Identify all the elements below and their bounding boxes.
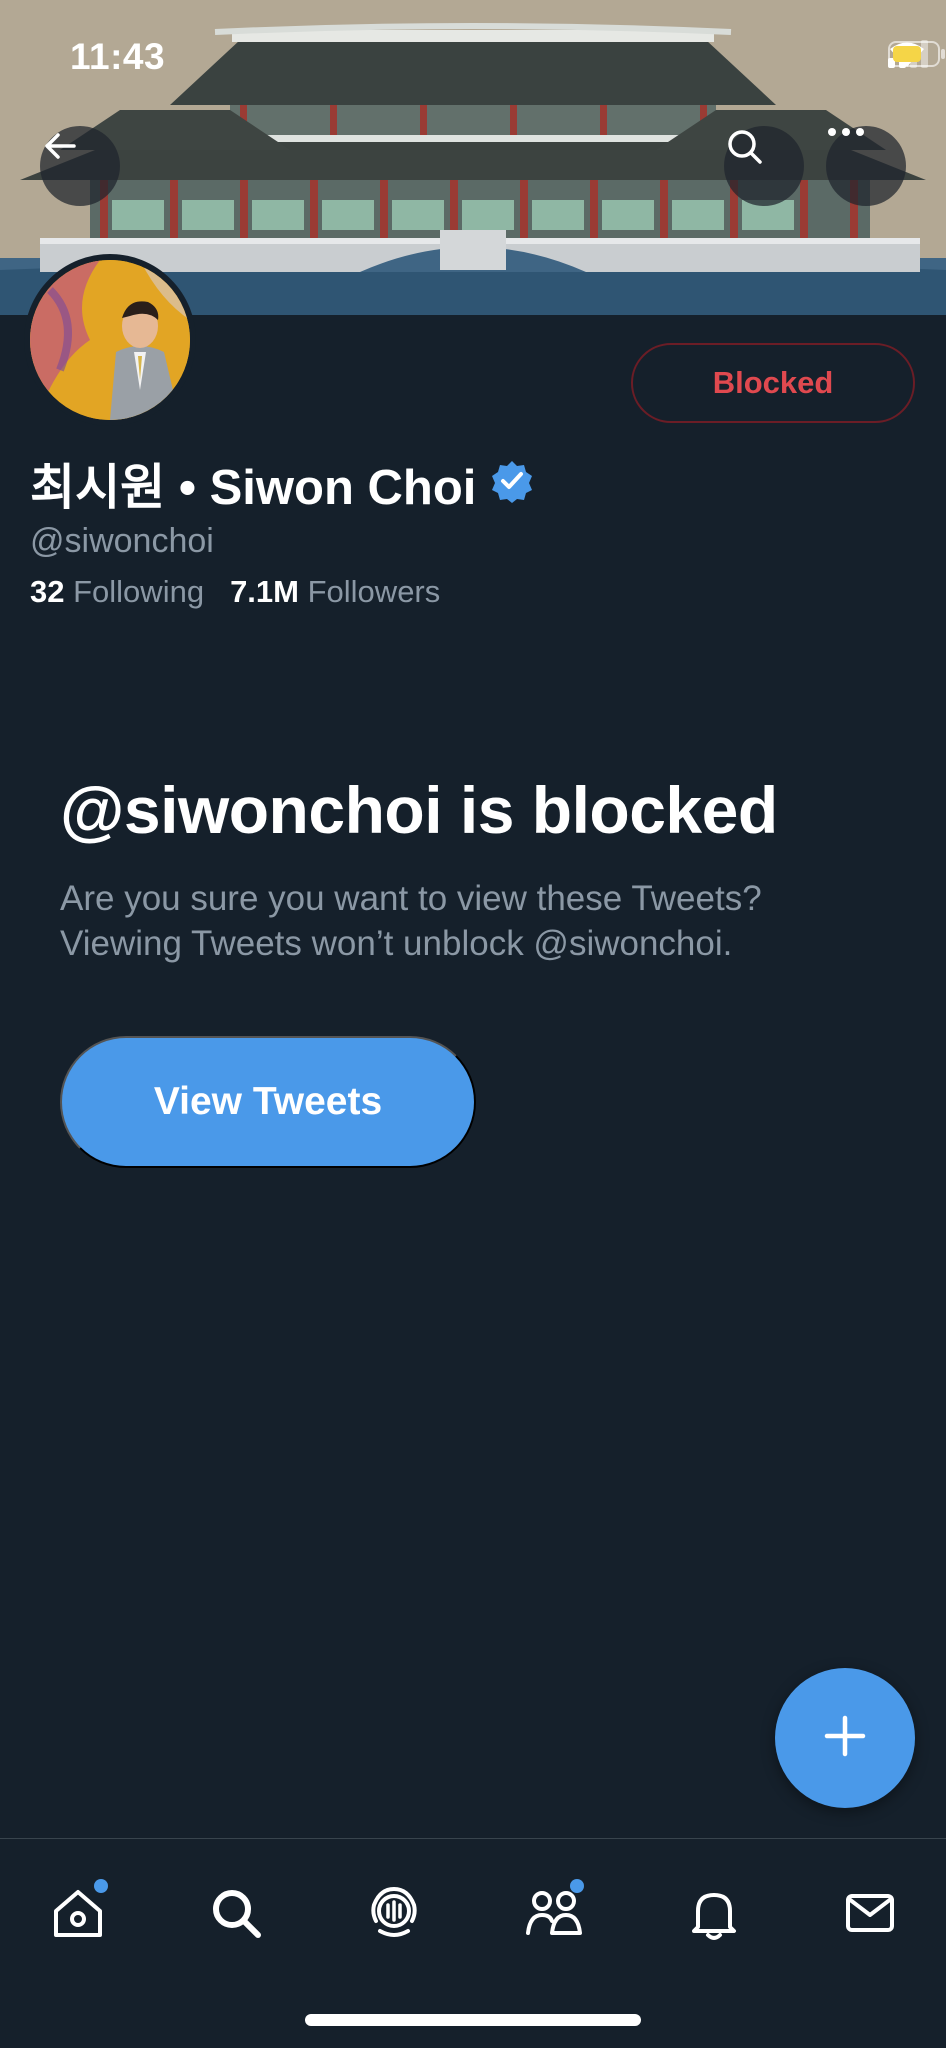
follow-stats: 32 Following 7.1M Followers	[30, 574, 440, 610]
followers-count: 7.1M	[230, 574, 299, 609]
status-time: 11:43	[70, 36, 166, 77]
tab-messages[interactable]	[830, 1875, 910, 1955]
search-icon	[206, 1883, 266, 1948]
blocked-notice-title: @siwonchoi is blocked	[60, 773, 778, 847]
display-name: 최시원 • Siwon Choi	[30, 461, 477, 515]
profile-handle: @siwonchoi	[30, 522, 214, 560]
followers-stat[interactable]: 7.1M Followers	[230, 574, 440, 610]
tab-home[interactable]	[38, 1875, 118, 1955]
compose-tweet-button[interactable]	[775, 1668, 915, 1808]
home-notification-dot	[94, 1879, 108, 1893]
more-button[interactable]	[826, 126, 906, 206]
tab-notifications[interactable]	[674, 1875, 754, 1955]
mail-icon	[840, 1883, 900, 1948]
back-button[interactable]	[40, 126, 120, 206]
following-count: 32	[30, 574, 65, 609]
bell-icon	[684, 1883, 744, 1948]
display-name-row: 최시원 • Siwon Choi	[30, 448, 534, 519]
home-indicator[interactable]	[305, 2014, 641, 2026]
following-stat[interactable]: 32 Following	[30, 574, 204, 610]
plus-icon	[821, 1712, 869, 1765]
verified-badge-icon	[490, 459, 534, 508]
blocked-notice-description: Are you sure you want to view these Twee…	[60, 879, 762, 963]
avatar-image	[30, 260, 190, 420]
spaces-icon	[364, 1883, 424, 1948]
search-button[interactable]	[724, 126, 804, 206]
tab-spaces[interactable]	[354, 1875, 434, 1955]
tab-communities[interactable]	[514, 1875, 594, 1955]
followers-label: Followers	[307, 574, 441, 609]
profile-screen: 11:43 Blocked 최시원 • Siwon Choi @siwoncho…	[0, 0, 946, 2048]
blocked-button[interactable]: Blocked	[631, 343, 915, 423]
following-label: Following	[73, 574, 205, 609]
avatar[interactable]	[24, 254, 196, 426]
view-tweets-button[interactable]: View Tweets	[60, 1036, 476, 1168]
communities-notification-dot	[570, 1879, 584, 1893]
tab-search[interactable]	[196, 1875, 276, 1955]
